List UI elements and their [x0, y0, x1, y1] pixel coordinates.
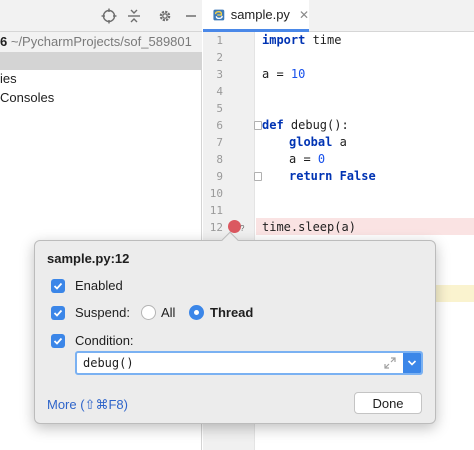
- fold-marker-icon[interactable]: [254, 172, 262, 181]
- editor-tab-bar: sample.py ✕: [203, 0, 474, 32]
- condition-history-dropdown[interactable]: [403, 353, 421, 373]
- checkmark-icon: [53, 337, 63, 345]
- crosshair-icon[interactable]: [99, 6, 119, 26]
- checkmark-icon: [53, 282, 63, 290]
- project-root-path[interactable]: 6 ~/PycharmProjects/sof_589801: [0, 32, 202, 52]
- code-line: a = 0: [289, 151, 325, 168]
- line-number: 2: [216, 51, 223, 64]
- keyword: return: [289, 169, 333, 183]
- number-literal: 0: [317, 152, 326, 166]
- breakpoint-popup: sample.py:12 Enabled Suspend: All Thread…: [34, 231, 436, 424]
- code-text: a =: [262, 67, 291, 81]
- condition-checkbox[interactable]: [51, 334, 65, 348]
- code-text: time: [305, 33, 342, 47]
- line-highlight: [436, 285, 474, 302]
- selected-tree-row[interactable]: [0, 52, 202, 70]
- keyword: def: [262, 118, 284, 132]
- line-number: 6: [216, 119, 223, 132]
- code-text: a: [332, 135, 347, 149]
- line-number: 3: [216, 68, 223, 81]
- line-number: 8: [216, 153, 223, 166]
- line-number: 9: [216, 170, 223, 183]
- checkmark-icon: [53, 309, 63, 317]
- project-toolbar: [0, 0, 202, 32]
- breakpoint-condition-marker: ?: [240, 224, 245, 233]
- tab-label: sample.py: [230, 7, 290, 22]
- popup-title: sample.py:12: [47, 251, 130, 266]
- collapse-icon[interactable]: [124, 6, 144, 26]
- project-root-location: ~/PycharmProjects/sof_589801: [7, 34, 192, 49]
- tree-item-libraries[interactable]: ies: [0, 69, 202, 89]
- expand-icon[interactable]: [383, 356, 397, 370]
- gear-icon[interactable]: [155, 6, 175, 26]
- condition-input[interactable]: debug(): [75, 351, 423, 375]
- line-number: 1: [216, 34, 223, 47]
- suspend-all-label: All: [161, 305, 176, 320]
- minimize-icon[interactable]: [181, 6, 201, 26]
- line-number: 10: [209, 187, 223, 200]
- done-button[interactable]: Done: [354, 392, 422, 414]
- suspend-label: Suspend:: [75, 305, 130, 320]
- line-number: 12: [209, 221, 223, 234]
- code-line: a = 10: [262, 66, 305, 83]
- line-number: 5: [216, 102, 223, 115]
- code-line: global a: [289, 134, 347, 151]
- keyword: False: [332, 169, 376, 183]
- close-icon[interactable]: ✕: [299, 8, 309, 22]
- tree-item-consoles[interactable]: Consoles: [0, 88, 202, 108]
- suspend-all-radio[interactable]: [141, 305, 156, 320]
- line-number: 7: [216, 136, 223, 149]
- suspend-thread-radio[interactable]: [189, 305, 204, 320]
- fold-marker-icon[interactable]: [254, 121, 262, 130]
- suspend-checkbox[interactable]: [51, 306, 65, 320]
- line-number: 11: [209, 204, 223, 217]
- line-number: 4: [216, 85, 223, 98]
- python-file-icon: [213, 9, 225, 20]
- suspend-thread-label: Thread: [210, 305, 254, 320]
- code-line: import time: [262, 32, 341, 49]
- enabled-checkbox[interactable]: [51, 279, 65, 293]
- more-link[interactable]: More (⇧⌘F8): [47, 397, 128, 413]
- condition-value: debug(): [83, 356, 134, 370]
- tab-sample-py[interactable]: sample.py ✕: [203, 0, 309, 32]
- code-line: time.sleep(a): [262, 220, 356, 234]
- enabled-label: Enabled: [75, 278, 123, 293]
- number-literal: 10: [290, 67, 306, 81]
- condition-label: Condition:: [75, 333, 134, 348]
- code-text: a =: [289, 152, 318, 166]
- code-line: def debug():: [262, 117, 349, 134]
- chevron-down-icon: [407, 360, 417, 366]
- code-line: return False: [289, 168, 376, 185]
- keyword: import: [262, 33, 306, 47]
- code-text: debug():: [283, 118, 349, 132]
- keyword: global: [289, 135, 333, 149]
